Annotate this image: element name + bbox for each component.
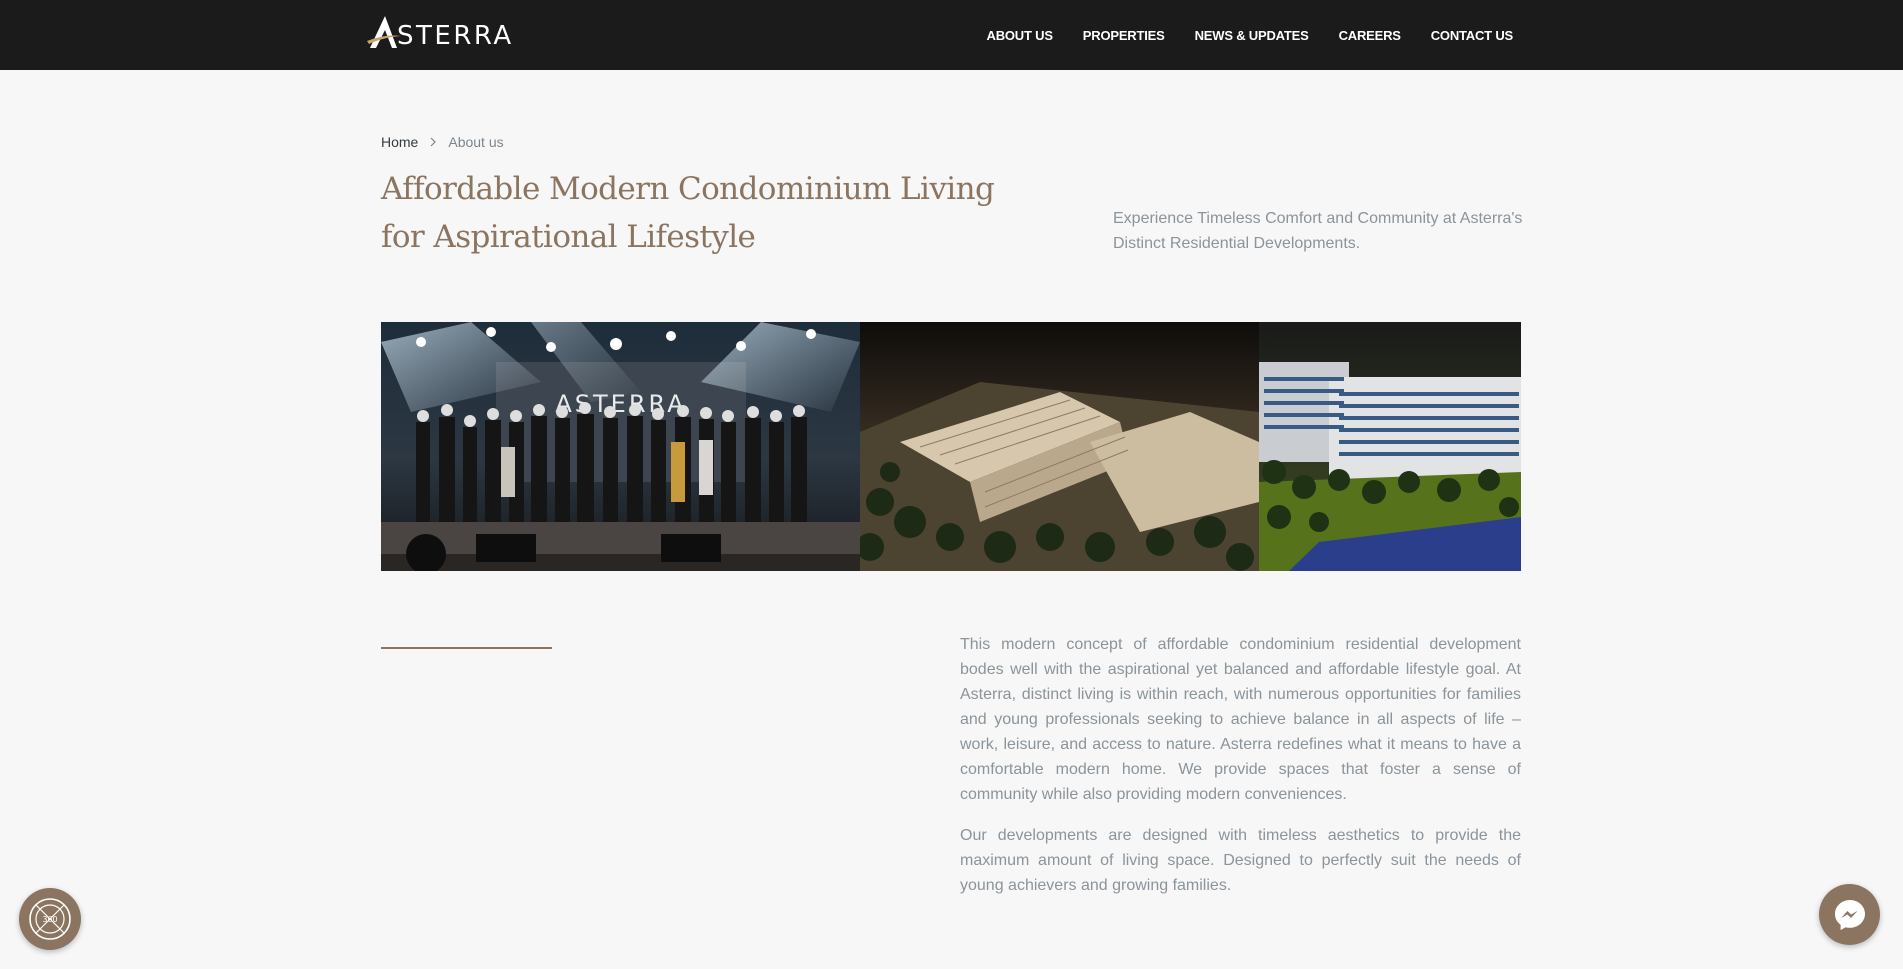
virtual-tour-button[interactable]: 360 — [19, 888, 81, 950]
photo-gallery: ASTERRA — [381, 322, 1521, 571]
asterra-logo[interactable]: STERRA — [367, 14, 529, 51]
page-title: Affordable Modern Condominium Living for… — [381, 171, 995, 255]
scale-model-aerial-photo — [860, 322, 1259, 571]
main-nav: ABOUT US PROPERTIES NEWS & UPDATES CAREE… — [987, 0, 1514, 70]
messenger-chat-button[interactable] — [1819, 884, 1880, 945]
breadcrumb-home-link[interactable]: Home — [381, 134, 418, 150]
nav-news-updates[interactable]: NEWS & UPDATES — [1195, 28, 1309, 43]
nav-careers[interactable]: CAREERS — [1339, 28, 1401, 43]
about-description: This modern concept of affordable condom… — [960, 632, 1521, 898]
360-tour-icon: 360 — [29, 898, 71, 940]
breadcrumb-current: About us — [448, 134, 504, 150]
360-label: 360 — [42, 915, 57, 924]
stage-logo-text: ASTERRA — [555, 390, 686, 418]
scale-model-closeup-photo — [1259, 322, 1521, 571]
about-paragraph-1: This modern concept of affordable condom… — [960, 636, 1521, 803]
nav-properties[interactable]: PROPERTIES — [1083, 28, 1165, 43]
nav-contact-us[interactable]: CONTACT US — [1431, 28, 1513, 43]
nav-about-us[interactable]: ABOUT US — [987, 28, 1053, 43]
section-divider — [381, 647, 552, 649]
messenger-icon — [1834, 899, 1865, 930]
page-subtitle: Experience Timeless Comfort and Communit… — [1113, 210, 1523, 252]
chevron-right-icon — [430, 137, 437, 147]
breadcrumb: Home About us — [381, 134, 504, 150]
about-paragraph-2: Our developments are designed with timel… — [960, 827, 1521, 894]
site-header: STERRA ABOUT US PROPERTIES NEWS & UPDATE… — [0, 0, 1903, 70]
logo-wordmark: STERRA — [397, 21, 514, 51]
launch-event-photo: ASTERRA — [381, 322, 860, 571]
logo-a-mark-icon — [367, 16, 401, 48]
